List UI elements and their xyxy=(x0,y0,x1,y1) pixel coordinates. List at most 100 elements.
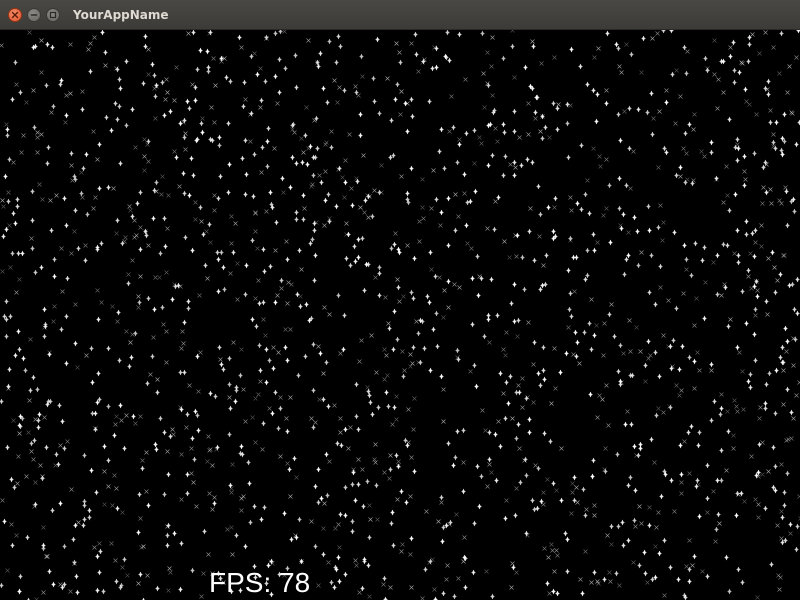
star xyxy=(44,444,49,451)
star xyxy=(551,480,556,487)
star xyxy=(538,286,543,293)
star xyxy=(117,357,122,364)
star xyxy=(95,246,100,253)
star xyxy=(221,366,226,373)
star xyxy=(317,397,322,402)
star xyxy=(200,116,205,121)
star xyxy=(356,426,361,433)
star xyxy=(628,349,633,354)
star xyxy=(487,456,492,463)
star xyxy=(367,392,372,399)
star xyxy=(629,421,634,428)
star xyxy=(241,103,246,110)
star xyxy=(777,71,782,76)
star xyxy=(417,239,422,244)
star xyxy=(382,470,387,475)
star xyxy=(356,254,361,261)
star xyxy=(316,344,321,349)
star xyxy=(183,234,188,241)
star xyxy=(442,288,447,293)
star xyxy=(700,257,705,264)
star xyxy=(366,215,371,220)
star xyxy=(533,463,538,468)
star xyxy=(439,373,444,380)
star xyxy=(546,204,551,211)
star xyxy=(30,245,35,252)
star xyxy=(140,458,145,463)
title-bar[interactable]: YourAppName xyxy=(0,0,800,30)
star xyxy=(791,363,796,368)
star xyxy=(260,447,265,452)
star xyxy=(785,338,790,345)
star xyxy=(398,112,403,117)
star xyxy=(651,116,656,121)
star xyxy=(604,206,609,211)
star xyxy=(589,580,594,585)
render-canvas[interactable]: FPS: 78 xyxy=(0,30,800,600)
star xyxy=(289,536,294,543)
star xyxy=(399,549,404,554)
star xyxy=(536,183,541,190)
star xyxy=(5,444,10,451)
star xyxy=(635,228,640,235)
star xyxy=(622,271,627,278)
star xyxy=(656,406,661,411)
star xyxy=(360,74,365,79)
maximize-button[interactable] xyxy=(46,8,60,22)
star xyxy=(411,427,416,432)
star xyxy=(399,89,404,94)
star xyxy=(705,573,710,580)
star xyxy=(94,489,99,496)
star xyxy=(215,249,220,256)
star xyxy=(70,178,75,183)
star xyxy=(240,155,245,162)
star xyxy=(162,112,167,119)
star xyxy=(389,117,394,124)
star xyxy=(219,249,224,256)
star xyxy=(754,112,759,117)
star xyxy=(13,352,18,359)
star xyxy=(62,543,67,550)
star xyxy=(228,482,233,489)
star xyxy=(52,304,57,309)
star xyxy=(760,201,765,206)
star xyxy=(785,90,790,95)
star xyxy=(392,404,397,411)
star xyxy=(136,305,141,310)
star xyxy=(693,240,698,247)
star xyxy=(542,430,547,437)
star xyxy=(97,541,102,546)
star xyxy=(4,122,9,127)
star xyxy=(572,289,577,294)
star xyxy=(48,198,53,203)
star xyxy=(185,490,190,497)
star xyxy=(154,446,159,453)
star xyxy=(530,159,535,166)
star xyxy=(773,289,778,296)
star xyxy=(265,138,270,145)
star xyxy=(155,377,160,382)
star xyxy=(439,209,444,216)
star xyxy=(157,275,162,280)
star xyxy=(198,204,203,211)
star xyxy=(631,560,636,565)
star xyxy=(555,553,560,558)
star xyxy=(592,513,597,518)
star xyxy=(684,256,689,263)
star xyxy=(49,227,54,234)
star xyxy=(510,561,515,566)
star xyxy=(525,156,530,163)
star xyxy=(273,389,278,396)
star xyxy=(36,424,41,431)
minimize-button[interactable] xyxy=(27,8,41,22)
close-button[interactable] xyxy=(8,8,22,22)
star xyxy=(394,394,399,399)
star xyxy=(138,246,143,253)
star xyxy=(13,220,18,227)
star xyxy=(326,403,331,410)
star xyxy=(712,398,717,405)
star xyxy=(337,578,342,585)
star xyxy=(643,570,648,577)
star xyxy=(298,303,303,310)
star xyxy=(367,534,372,541)
